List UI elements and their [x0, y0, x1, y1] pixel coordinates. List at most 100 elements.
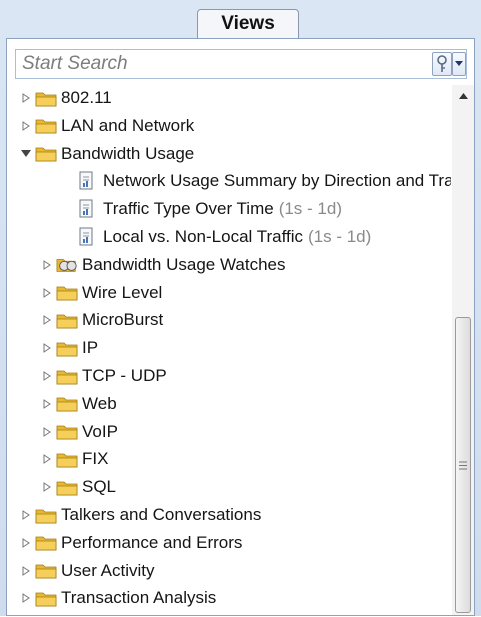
tree-item-icon: [56, 367, 78, 385]
tree-item-icon: [35, 534, 57, 552]
tree-item-icon: [56, 339, 78, 357]
tree-item-range: (1s - 1d): [308, 227, 372, 246]
tree-expander: [61, 202, 75, 216]
tree-expander[interactable]: [19, 564, 33, 578]
tree-item-label: FIX: [82, 449, 109, 469]
tree-item-label: Talkers and Conversations: [61, 505, 262, 524]
search-box: [15, 49, 467, 79]
views-tree: 802.11 LAN and Network Bandwidth Usage N…: [7, 85, 451, 617]
vertical-scrollbar[interactable]: [452, 85, 474, 615]
folder-icon: [56, 397, 78, 412]
tree-item-icon: [56, 284, 78, 302]
tree-expander[interactable]: [40, 286, 54, 300]
collapsed-arrow-icon: [43, 343, 51, 354]
collapsed-arrow-icon: [22, 510, 30, 520]
collapsed-arrow-icon: [43, 398, 51, 409]
tree-item-icon: [56, 311, 78, 329]
expanded-arrow-icon: [21, 149, 31, 157]
tree-item-icon: [35, 89, 57, 107]
tree-item-icon: [56, 478, 78, 496]
tree-folder-item[interactable]: Performance and Errors: [19, 530, 242, 556]
tree-folder-item[interactable]: Transaction Analysis: [19, 585, 216, 611]
tree-folder-item[interactable]: Bandwidth Usage Watches: [40, 252, 285, 278]
tree-folder-item[interactable]: SQL: [40, 474, 116, 500]
tree-folder-item[interactable]: Bandwidth Usage: [19, 141, 194, 167]
tree-expander[interactable]: [40, 258, 54, 272]
views-content: 802.11 LAN and Network Bandwidth Usage N…: [6, 38, 475, 616]
tree-item-icon: [56, 395, 78, 413]
tree-expander[interactable]: [19, 119, 33, 133]
folder-icon: [35, 92, 57, 106]
collapsed-arrow-icon: [43, 259, 51, 270]
tree-folder-item[interactable]: MicroBurst: [40, 307, 163, 333]
grip-icon: [459, 461, 467, 469]
tree-expander[interactable]: [40, 425, 54, 439]
tree-item-icon: [77, 171, 99, 190]
tree-expander[interactable]: [40, 452, 54, 466]
tree-expander[interactable]: [40, 397, 54, 411]
tree-item-label: Web: [82, 393, 117, 413]
tree-folder-item[interactable]: Wire Level: [40, 280, 162, 306]
tree-view-item[interactable]: Local vs. Non-Local Traffic (1s - 1d): [61, 224, 371, 250]
folder-icon: [56, 425, 78, 440]
tree-folder-item[interactable]: Talkers and Conversations: [19, 502, 261, 528]
tree-expander[interactable]: [40, 480, 54, 494]
tree-expander: [61, 174, 75, 188]
scroll-up-arrow[interactable]: [452, 85, 474, 107]
tree-item-label: VoIP: [82, 421, 118, 441]
tree-item-label: User Activity: [61, 560, 155, 580]
collapsed-arrow-icon: [43, 287, 51, 298]
tree-expander[interactable]: [19, 147, 33, 161]
tree-item-label: Wire Level: [82, 282, 163, 302]
folder-icon: [35, 536, 57, 551]
views-tab[interactable]: Views: [197, 9, 299, 39]
tree-folder-item[interactable]: FIX: [40, 446, 108, 472]
tree-expander[interactable]: [19, 508, 33, 522]
folder-icon: [56, 314, 78, 329]
tree-folder-item[interactable]: Web: [40, 391, 117, 417]
collapsed-arrow-icon: [43, 482, 51, 493]
tree-folder-item[interactable]: LAN and Network: [19, 113, 194, 139]
tree-item-icon: [35, 562, 57, 580]
tree-item-icon: [35, 506, 57, 524]
collapsed-arrow-icon: [22, 537, 30, 548]
collapsed-arrow-icon: [43, 426, 51, 437]
tree-item-label: TCP - UDP: [82, 366, 167, 385]
tree-expander[interactable]: [40, 313, 54, 327]
scrollbar-thumb[interactable]: [455, 317, 471, 613]
folder-icon: [35, 119, 57, 134]
tree-item-label: LAN and Network: [61, 115, 195, 135]
report-view-icon: [79, 199, 93, 218]
scroll-up-icon: [458, 93, 468, 99]
tree-folder-item[interactable]: User Activity: [19, 558, 155, 584]
collapsed-arrow-icon: [22, 93, 30, 103]
tree-view-item[interactable]: Traffic Type Over Time (1s - 1d): [61, 196, 342, 222]
watch-folder-icon: [56, 259, 77, 273]
tree-expander[interactable]: [19, 536, 33, 550]
tree-item-icon: [35, 117, 57, 135]
tree-item-icon: [77, 227, 99, 246]
tree-expander[interactable]: [40, 341, 54, 355]
folder-icon: [56, 286, 78, 301]
search-options-button[interactable]: [432, 52, 452, 76]
collapsed-arrow-icon: [22, 593, 30, 604]
folder-icon: [35, 147, 57, 162]
key-icon: [437, 55, 447, 72]
tree-item-label: MicroBurst: [82, 310, 164, 330]
tree-folder-item[interactable]: 802.11: [19, 85, 112, 111]
tree-view-item[interactable]: Network Usage Summary by Direction and T…: [61, 168, 451, 194]
tree-expander[interactable]: [19, 591, 33, 605]
tree-item-label: Bandwidth Usage Watches: [82, 254, 286, 274]
tree-folder-item[interactable]: VoIP: [40, 419, 118, 445]
tree-folder-item[interactable]: TCP - UDP: [40, 363, 167, 389]
search-input[interactable]: [16, 50, 416, 78]
tree-folder-item[interactable]: IP: [40, 335, 98, 361]
tree-expander[interactable]: [19, 91, 33, 105]
tree-item-range: (1s - 1d): [278, 199, 342, 219]
search-dropdown-button[interactable]: [452, 52, 466, 76]
tree-item-icon: [56, 256, 78, 274]
folder-icon: [35, 564, 57, 579]
tree-expander[interactable]: [40, 369, 54, 383]
tree-item-label: Bandwidth Usage: [61, 143, 195, 163]
collapsed-arrow-icon: [22, 565, 30, 576]
